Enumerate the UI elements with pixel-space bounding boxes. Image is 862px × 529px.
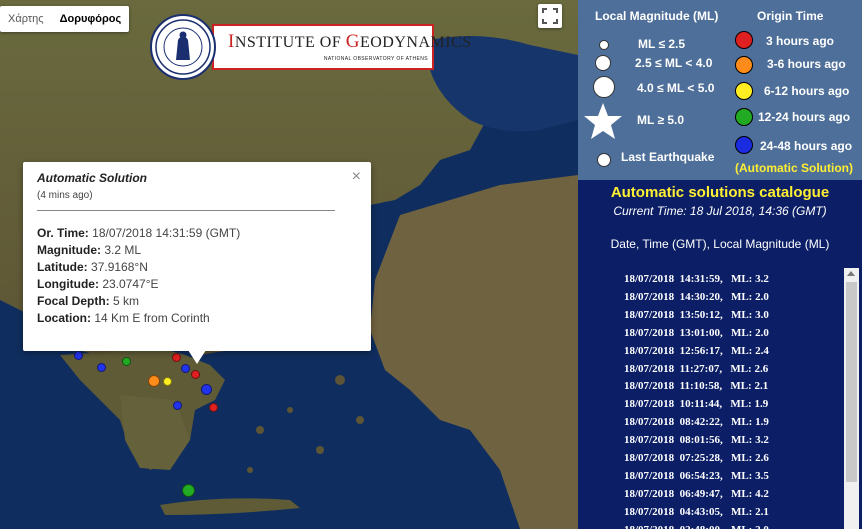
legend-time-3: 6-12 hours ago	[764, 84, 850, 98]
legend-magnitude-2: 2.5 ≤ ML < 4.0	[635, 56, 713, 70]
catalogue-column-header: Date, Time (GMT), Local Magnitude (ML)	[610, 237, 830, 251]
popup-row-location: Location: 14 Km E from Corinth	[37, 311, 210, 325]
catalogue-row[interactable]: 18/07/2018 14:30:20, ML: 2.0	[624, 291, 769, 303]
legend-magnitude-4: ML ≥ 5.0	[637, 113, 685, 127]
earthquake-marker[interactable]	[180, 363, 190, 373]
catalogue-row[interactable]: 18/07/2018 14:31:59, ML: 3.2	[624, 273, 769, 285]
yellow-dot-icon	[735, 82, 753, 100]
catalogue-row[interactable]: 18/07/2018 06:54:23, ML: 3.5	[624, 470, 769, 482]
catalogue-title: Automatic solutions catalogue	[610, 184, 830, 201]
catalogue-row[interactable]: 18/07/2018 02:48:00, ML: 2.0	[624, 524, 769, 529]
catalogue-row[interactable]: 18/07/2018 06:49:47, ML: 4.2	[624, 488, 769, 500]
magnitude-star-icon	[584, 103, 622, 139]
popup-row-latitude: Latitude: 37.9168°N	[37, 260, 148, 274]
legend-time-4: 12-24 hours ago	[758, 110, 851, 124]
earthquake-marker[interactable]	[73, 350, 83, 360]
popup-ago: (4 mins ago)	[37, 190, 93, 201]
logo-subtitle: NATIONAL OBSERVATORY OF ATHENS	[323, 56, 428, 62]
green-dot-icon	[735, 108, 753, 126]
popup-pointer	[188, 350, 206, 364]
fullscreen-icon	[542, 8, 558, 24]
popup-title: Automatic Solution	[37, 171, 147, 185]
legend: Local Magnitude (ML) Origin Time ML ≤ 2.…	[578, 0, 862, 180]
catalogue-row[interactable]: 18/07/2018 13:01:00, ML: 2.0	[624, 327, 769, 339]
blue-dot-icon	[735, 136, 753, 154]
catalogue-scrollbar[interactable]	[844, 268, 859, 529]
catalogue-list[interactable]: 18/07/2018 14:31:59, ML: 3.2 18/07/2018 1…	[578, 270, 844, 529]
fullscreen-button[interactable]	[538, 4, 562, 28]
popup-row-longitude: Longitude: 23.0747°E	[37, 277, 159, 291]
popup-divider	[37, 210, 335, 211]
scroll-up-icon[interactable]	[847, 271, 855, 276]
last-earthquake-dot-icon	[597, 153, 611, 167]
red-dot-icon	[735, 31, 753, 49]
catalogue-row[interactable]: 18/07/2018 08:01:56, ML: 3.2	[624, 434, 769, 446]
legend-time-5: 24-48 hours ago	[760, 139, 853, 153]
popup-row-focal-depth: Focal Depth: 5 km	[37, 294, 140, 308]
observatory-seal-icon	[150, 14, 216, 80]
earthquake-info-popup: × Automatic Solution (4 mins ago) Or. Ti…	[23, 162, 371, 351]
magnitude-small-dot-icon	[599, 40, 609, 50]
legend-last-earthquake: Last Earthquake	[621, 150, 715, 164]
catalogue-row[interactable]: 18/07/2018 11:10:58, ML: 2.1	[624, 380, 768, 392]
map-type-control: Χάρτης Δορυφόρος	[0, 6, 130, 32]
earthquake-marker[interactable]	[162, 376, 172, 386]
legend-time-1: 3 hours ago	[766, 34, 835, 48]
legend-magnitude-1: ML ≤ 2.5	[638, 37, 686, 51]
close-icon[interactable]: ×	[352, 168, 361, 186]
orange-dot-icon	[735, 56, 753, 74]
catalogue-current-time: Current Time: 18 Jul 2018, 14:36 (GMT)	[613, 204, 827, 218]
magnitude-large-dot-icon	[593, 76, 615, 98]
map-type-map-button[interactable]: Χάρτης	[0, 6, 52, 32]
earthquake-marker[interactable]	[96, 362, 106, 372]
earthquake-marker[interactable]	[121, 356, 131, 366]
earthquake-marker[interactable]	[200, 383, 212, 395]
catalogue-row[interactable]: 18/07/2018 12:56:17, ML: 2.4	[624, 345, 769, 357]
map-type-satellite-button[interactable]: Δορυφόρος	[52, 6, 130, 32]
logo-title: INSTITUTE OF GEODYNAMICS	[228, 31, 472, 52]
earthquake-marker[interactable]	[190, 369, 200, 379]
legend-origin-header: Origin Time	[757, 9, 824, 23]
earthquake-marker[interactable]	[148, 375, 160, 387]
catalogue-row[interactable]: 18/07/2018 13:50:12, ML: 3.0	[624, 309, 769, 321]
earthquake-marker[interactable]	[208, 402, 218, 412]
institute-logo: INSTITUTE OF GEODYNAMICS NATIONAL OBSERV…	[150, 14, 471, 80]
earthquake-marker[interactable]	[181, 483, 195, 497]
logo-banner: INSTITUTE OF GEODYNAMICS NATIONAL OBSERV…	[212, 24, 471, 70]
popup-row-origin-time: Or. Time: 18/07/2018 14:31:59 (GMT)	[37, 226, 241, 240]
catalogue-row[interactable]: 18/07/2018 04:43:05, ML: 2.1	[624, 506, 769, 518]
catalogue-row[interactable]: 18/07/2018 08:42:22, ML: 1.9	[624, 416, 769, 428]
popup-details: Or. Time: 18/07/2018 14:31:59 (GMT) Magn…	[37, 225, 240, 327]
magnitude-medium-dot-icon	[595, 55, 611, 71]
catalogue-row[interactable]: 18/07/2018 10:11:44, ML: 1.9	[624, 398, 768, 410]
info-panel: Local Magnitude (ML) Origin Time ML ≤ 2.…	[578, 0, 862, 529]
legend-time-2: 3-6 hours ago	[767, 57, 846, 71]
legend-automatic-note: (Automatic Solution)	[735, 161, 853, 175]
legend-magnitude-header: Local Magnitude (ML)	[595, 9, 719, 23]
catalogue-row[interactable]: 18/07/2018 11:27:07, ML: 2.6	[624, 363, 768, 375]
catalogue-row[interactable]: 18/07/2018 07:25:28, ML: 2.6	[624, 452, 769, 464]
scrollbar-thumb[interactable]	[846, 282, 857, 482]
map-view[interactable]: Χάρτης Δορυφόρος INSTITUTE OF GEODYNAMIC…	[0, 0, 578, 529]
legend-magnitude-3: 4.0 ≤ ML < 5.0	[637, 81, 715, 95]
earthquake-marker[interactable]	[171, 352, 181, 362]
popup-row-magnitude: Magnitude: 3.2 ML	[37, 243, 142, 257]
earthquake-marker[interactable]	[172, 400, 182, 410]
